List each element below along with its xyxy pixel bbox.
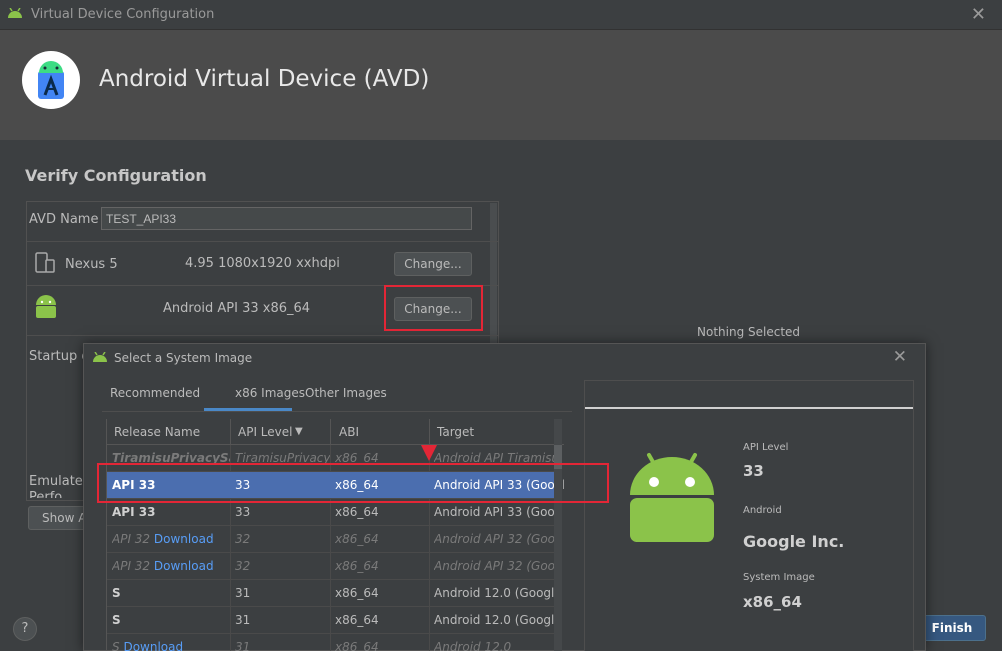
emulated-performance-label-2: Perfo xyxy=(29,490,63,498)
download-link[interactable]: Download xyxy=(154,559,214,573)
column-abi[interactable]: ABI xyxy=(339,425,359,439)
column-target[interactable]: Target xyxy=(437,425,474,439)
system-image-name: Android API 33 x86_64 xyxy=(163,301,311,316)
release-name-cell: API 33 xyxy=(112,505,156,519)
table-row[interactable]: S 31 x86_64 Android 12.0 (Google xyxy=(107,580,559,607)
table-row[interactable]: S Download 31 x86_64 Android 12.0 xyxy=(107,634,555,651)
api-level-cell: 32 xyxy=(235,532,251,546)
tab-recommended[interactable]: Recommended xyxy=(110,386,200,400)
table-row[interactable]: API 33 33 x86_64 Android API 33 (Goog xyxy=(107,499,559,526)
release-name-cell: S Download xyxy=(112,640,230,651)
system-image-table: Release Name API Level ▼ ABI Target Tira… xyxy=(106,419,564,651)
table-row[interactable]: API 32 Download 32 x86_64 Android API 32… xyxy=(107,553,559,580)
page-title: Android Virtual Device (AVD) xyxy=(99,66,430,92)
avd-name-label: AVD Name xyxy=(29,212,99,227)
divider xyxy=(27,335,498,336)
api-level-cell: 32 xyxy=(235,559,251,573)
target-cell: Android 12.0 xyxy=(434,640,512,651)
android-system-image-icon xyxy=(36,295,56,318)
release-name-cell: API 32 Download xyxy=(112,559,214,573)
api-level-cell: 31 xyxy=(235,586,251,600)
column-release-name[interactable]: Release Name xyxy=(114,425,200,439)
api-level-value: 33 xyxy=(743,462,764,480)
window-titlebar: Virtual Device Configuration ✕ xyxy=(0,0,1002,30)
api-level-cell: 31 xyxy=(235,613,251,627)
abi-cell: x86_64 xyxy=(335,640,379,651)
api-level-cell: 31 xyxy=(235,640,251,651)
device-name: Nexus 5 xyxy=(65,257,118,272)
table-scrollbar[interactable] xyxy=(554,419,562,651)
image-info-panel: API Level 33 Android Google Inc. System … xyxy=(584,380,914,651)
nothing-selected-text: Nothing Selected xyxy=(697,325,801,339)
wizard-header: Android Virtual Device (AVD) xyxy=(0,30,1002,140)
device-spec: 4.95 1080x1920 xxhdpi xyxy=(185,256,340,271)
sort-descending-icon: ▼ xyxy=(295,426,303,437)
abi-cell: x86_64 xyxy=(335,559,379,573)
table-row[interactable]: API 32 Download 32 x86_64 Android API 32… xyxy=(107,526,559,553)
target-cell: Android API 33 (Goog xyxy=(434,505,559,519)
tab-other-images[interactable]: Other Images xyxy=(305,386,387,400)
api-level-cell: 33 xyxy=(235,505,251,519)
api-level-label: API Level xyxy=(743,442,789,453)
target-cell: Android 12.0 (Google xyxy=(434,613,559,627)
show-advanced-settings-button[interactable]: Show A xyxy=(28,506,88,530)
vendor-value: Google Inc. xyxy=(743,532,845,551)
abi-cell: x86_64 xyxy=(335,613,379,627)
emulated-performance-label: Emulated xyxy=(29,474,92,489)
android-studio-logo-icon xyxy=(22,51,80,109)
target-cell: Android API 32 (Goog xyxy=(434,532,559,546)
table-row[interactable]: S 31 x86_64 Android 12.0 (Google xyxy=(107,607,559,634)
section-title: Verify Configuration xyxy=(25,166,207,185)
device-icon xyxy=(35,252,55,273)
download-link[interactable]: Download xyxy=(123,640,183,651)
tab-x86-images[interactable]: x86 Images xyxy=(235,386,305,400)
help-button[interactable]: ? xyxy=(13,617,37,641)
dialog-title: Select a System Image xyxy=(114,351,253,365)
release-name-cell: S xyxy=(112,613,121,627)
android-logo-icon xyxy=(93,352,107,362)
abi-cell: x86_64 xyxy=(335,505,379,519)
android-robot-icon xyxy=(630,453,714,542)
info-divider xyxy=(585,407,913,409)
abi-cell: x86_64 xyxy=(335,586,379,600)
system-image-value: x86_64 xyxy=(743,593,802,611)
divider xyxy=(27,241,498,242)
change-device-button[interactable]: Change... xyxy=(394,252,472,276)
column-api-level[interactable]: API Level xyxy=(238,425,292,439)
table-header: Release Name API Level ▼ ABI Target xyxy=(107,419,564,445)
highlight-box xyxy=(97,463,609,503)
finish-button[interactable]: Finish xyxy=(918,615,986,641)
tabs-divider xyxy=(102,411,572,412)
target-cell: Android 12.0 (Google xyxy=(434,586,559,600)
abi-cell: x86_64 xyxy=(335,532,379,546)
dialog-close-icon[interactable]: ✕ xyxy=(893,347,907,367)
system-image-label: System Image xyxy=(743,572,815,583)
window-title: Virtual Device Configuration xyxy=(31,7,215,22)
release-name-cell: API 32 Download xyxy=(112,532,214,546)
download-link[interactable]: Download xyxy=(154,532,214,546)
arrow-head-icon xyxy=(421,445,437,461)
release-name-cell: S xyxy=(112,586,121,600)
highlight-box xyxy=(384,285,483,331)
android-logo-icon xyxy=(8,8,22,18)
close-icon[interactable]: ✕ xyxy=(971,4,986,25)
target-cell: Android API 32 (Goog xyxy=(434,559,559,573)
avd-name-input[interactable] xyxy=(101,207,472,230)
android-label: Android xyxy=(743,505,782,516)
